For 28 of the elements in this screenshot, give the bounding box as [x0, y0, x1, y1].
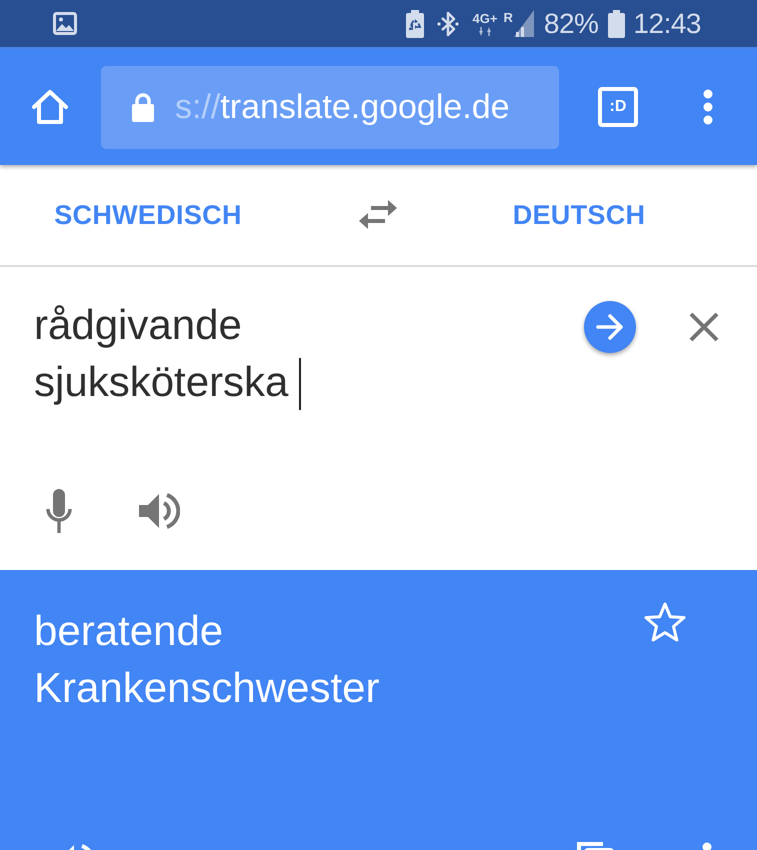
close-icon[interactable]	[688, 311, 720, 343]
more-vertical-icon[interactable]	[703, 89, 713, 125]
gallery-icon	[53, 12, 77, 35]
source-text-field[interactable]: rådgivande sjuksköterska	[34, 296, 474, 410]
battery-recycle-icon	[406, 10, 424, 38]
url-text: s://translate.google.de	[175, 88, 510, 126]
network-type: 4G+	[472, 12, 498, 24]
lock-icon	[131, 92, 155, 122]
arrow-right-icon	[596, 314, 624, 340]
battery-percentage: 82%	[544, 10, 598, 38]
clock-time: 12:43	[633, 10, 701, 38]
address-bar[interactable]: s://translate.google.de	[101, 66, 559, 148]
star-icon[interactable]	[644, 602, 686, 642]
microphone-icon[interactable]	[45, 489, 73, 533]
home-icon[interactable]	[30, 87, 70, 127]
bluetooth-icon	[436, 10, 459, 36]
data-arrows-icon	[478, 26, 492, 36]
battery-icon	[608, 10, 626, 38]
target-language-button[interactable]: DEUTSCH	[508, 192, 650, 238]
translation-text: beratende Krankenschwester	[34, 606, 380, 713]
tab-switcher-button[interactable]: :D	[598, 87, 638, 127]
signal-bars-icon	[514, 10, 534, 37]
roaming-indicator: R	[503, 11, 513, 24]
speaker-icon[interactable]	[139, 490, 180, 532]
source-language-button[interactable]: SCHWEDISCH	[50, 192, 246, 238]
swap-icon[interactable]	[358, 200, 398, 230]
translate-button[interactable]	[584, 301, 636, 353]
text-cursor	[299, 358, 302, 410]
